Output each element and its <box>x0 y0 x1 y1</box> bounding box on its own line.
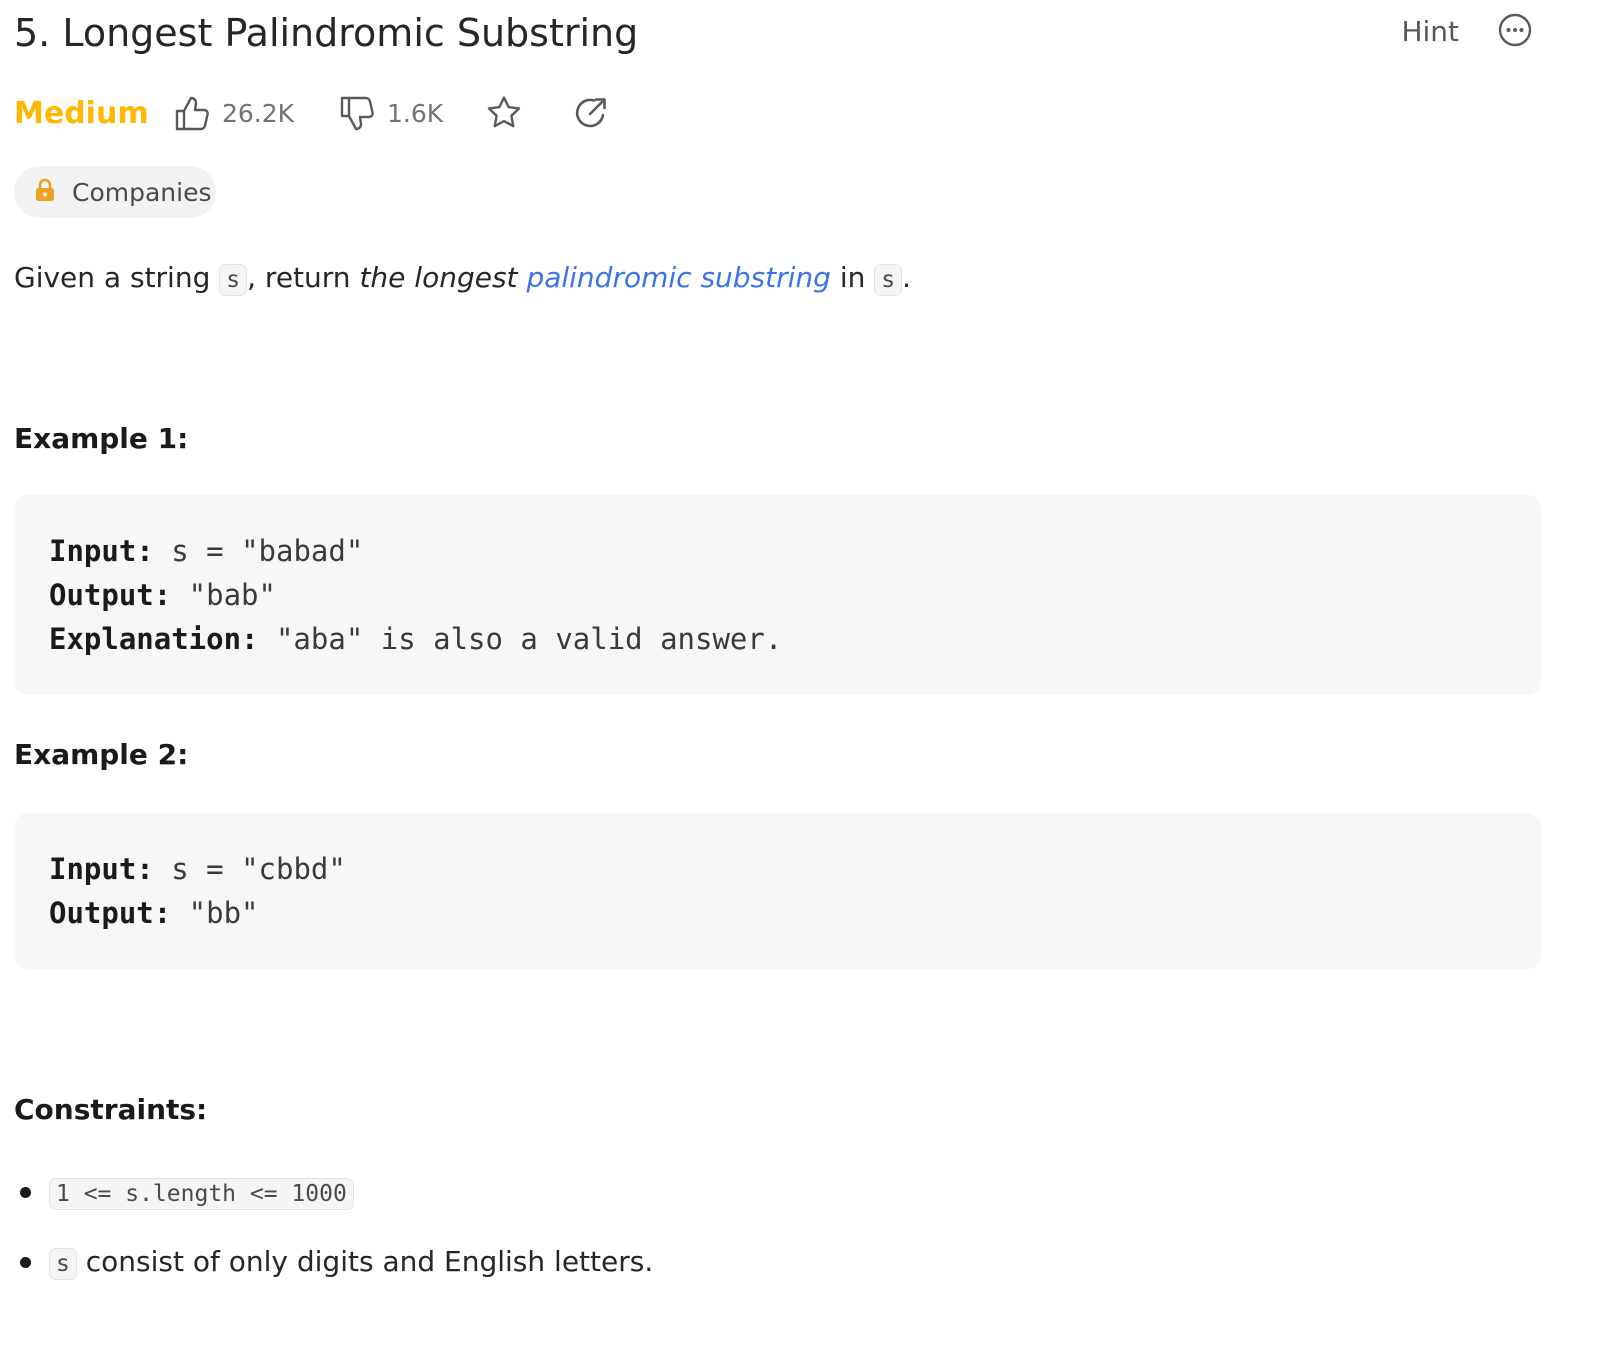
inline-code: s <box>219 264 248 296</box>
statement-text: in <box>830 261 875 294</box>
statement-text: . <box>902 261 912 294</box>
like-count: 26.2K <box>222 98 295 128</box>
input-label: Input: <box>49 852 154 886</box>
meta-row: Medium 26.2K 1.6K <box>14 88 914 138</box>
more-options-icon[interactable] <box>1497 12 1533 48</box>
favorite-button[interactable] <box>485 92 523 134</box>
companies-label: Companies <box>72 177 212 207</box>
inline-code: s <box>874 264 903 296</box>
problem-statement: Given a string s, return the longest pal… <box>14 252 911 306</box>
statement-text: , return <box>247 261 360 294</box>
output-value: "bab" <box>171 578 276 612</box>
inline-code: s <box>49 1248 77 1280</box>
dislike-button[interactable]: 1.6K <box>339 92 443 134</box>
problem-title: 5. Longest Palindromic Substring <box>14 11 639 55</box>
statement-emphasis: the longest <box>359 261 527 294</box>
example-1-block: Input: s = "babad" Output: "bab" Explana… <box>14 495 1541 695</box>
companies-tag[interactable]: Companies <box>14 166 216 218</box>
thumbs-down-icon <box>339 94 375 132</box>
difficulty-badge: Medium <box>14 96 149 131</box>
hint-button[interactable]: Hint <box>1401 14 1459 50</box>
like-button[interactable]: 26.2K <box>174 92 294 134</box>
dislike-count: 1.6K <box>387 98 444 128</box>
explanation-value: "aba" is also a valid answer. <box>258 622 783 656</box>
output-label: Output: <box>49 578 172 612</box>
thumbs-up-icon <box>174 94 210 132</box>
example-1-heading: Example 1: <box>14 422 189 455</box>
example-2-heading: Example 2: <box>14 738 189 771</box>
lock-icon <box>34 178 56 206</box>
example-2-block: Input: s = "cbbd" Output: "bb" <box>14 813 1541 969</box>
share-button[interactable] <box>572 92 610 134</box>
list-item: s consist of only digits and English let… <box>14 1230 653 1300</box>
constraints-list: 1 <= s.length <= 1000 s consist of only … <box>14 1160 653 1300</box>
input-label: Input: <box>49 534 154 568</box>
list-item: 1 <= s.length <= 1000 <box>14 1160 653 1230</box>
constraints-heading: Constraints: <box>14 1093 208 1126</box>
statement-text: Given a string <box>14 261 220 294</box>
title-row: 5. Longest Palindromic Substring Hint <box>14 8 1541 58</box>
input-value: s = "cbbd" <box>153 852 346 886</box>
input-value: s = "babad" <box>153 534 364 568</box>
palindromic-substring-link[interactable]: palindromic substring <box>526 261 831 294</box>
constraint-text: consist of only digits and English lette… <box>76 1245 654 1278</box>
explanation-label: Explanation: <box>49 622 259 656</box>
inline-code: 1 <= s.length <= 1000 <box>49 1178 354 1210</box>
output-value: "bb" <box>171 896 259 930</box>
output-label: Output: <box>49 896 172 930</box>
star-icon <box>485 94 523 132</box>
share-icon <box>572 94 610 132</box>
